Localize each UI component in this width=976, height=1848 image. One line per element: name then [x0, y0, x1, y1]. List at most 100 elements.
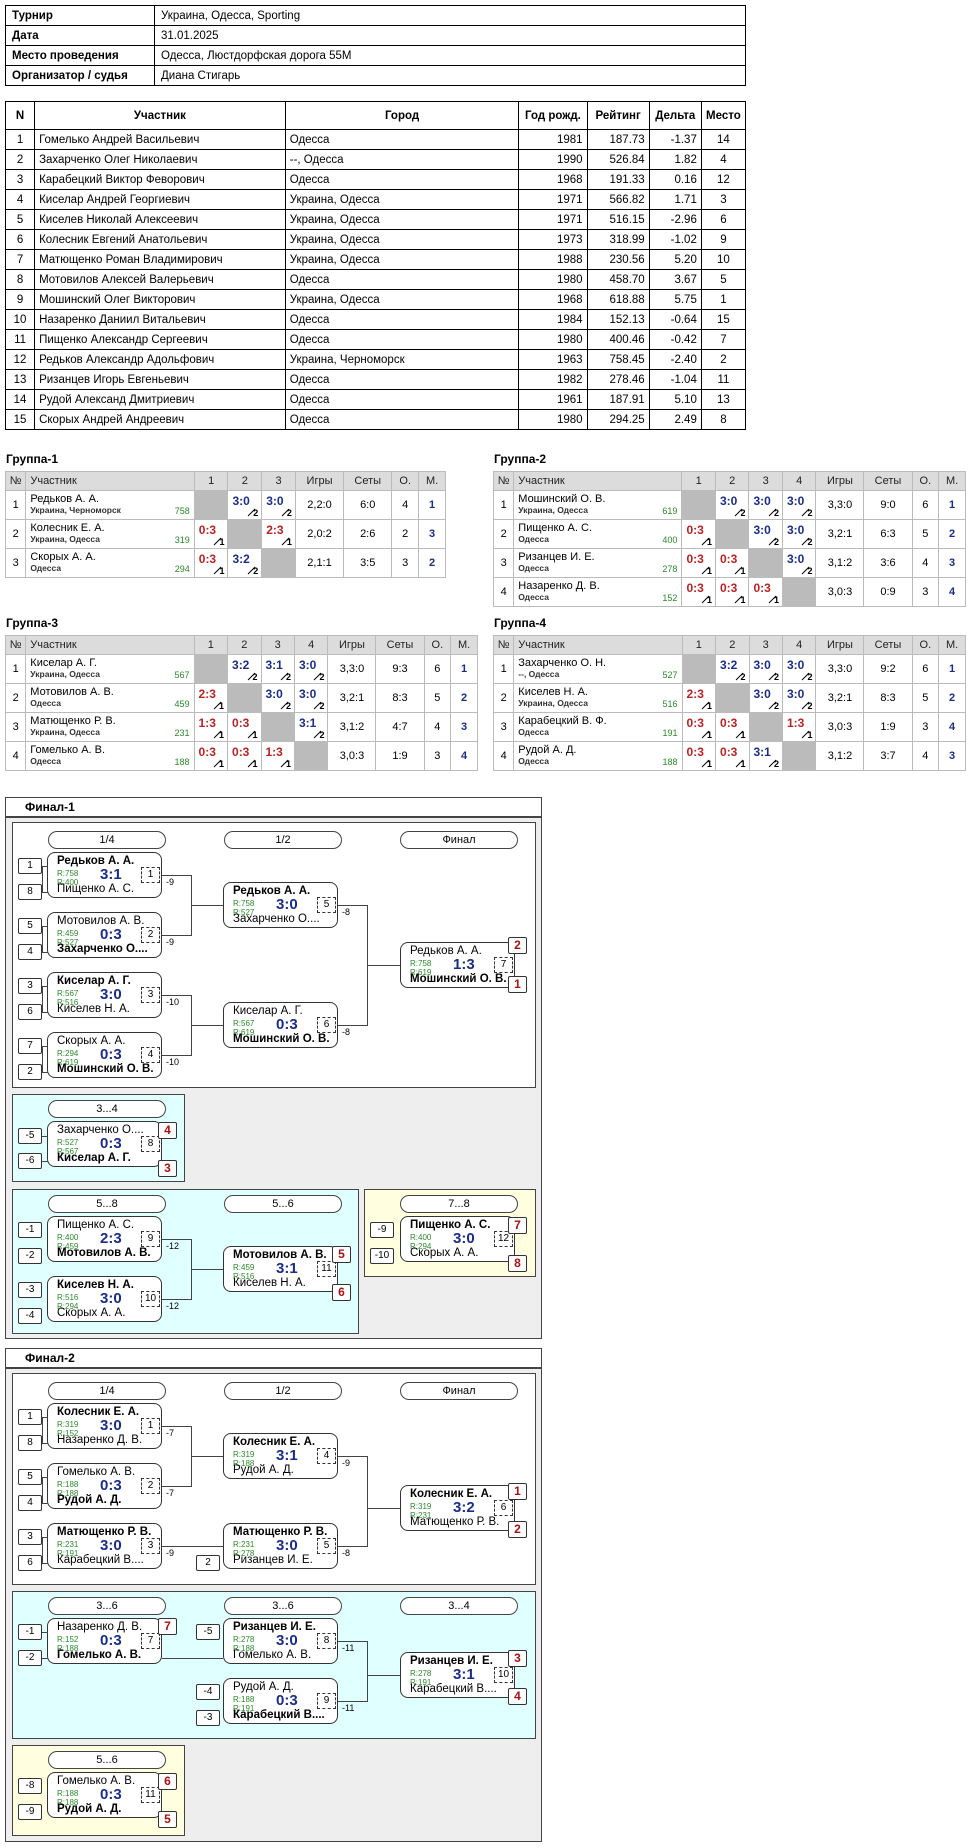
bracket-line [42, 1161, 48, 1162]
match-score: 3:0 [100, 1290, 122, 1307]
bracket-seed: -3 [196, 1710, 220, 1726]
match-rating-a: R:400 [410, 1233, 432, 1242]
bracket-line [162, 1658, 223, 1659]
bracket-seed: 1 [18, 858, 42, 874]
match-score: 3:0 [100, 1417, 122, 1434]
match-number: 3 [141, 987, 160, 1003]
finals-brackets: Финал-1 1/4 1/2 Финал Редьков А. А. R:758 R:40… [0, 0, 976, 1848]
match-player-b: Карабецкий В.... [57, 1554, 144, 1566]
bracket-line [162, 1426, 192, 1427]
match-rating-a: R:278 [233, 1635, 255, 1644]
round-label: 5...6 [48, 1751, 166, 1769]
bracket-line [191, 905, 223, 906]
bracket-line [338, 905, 368, 906]
bracket-seed: -2 [18, 1248, 42, 1264]
final1-title: Финал-1 [25, 800, 75, 814]
loser-destination: -10 [166, 997, 180, 1007]
match-number: 2 [141, 1478, 160, 1494]
match-rating-a: R:294 [57, 1049, 79, 1058]
loser-destination: -7 [166, 1428, 175, 1438]
match-number: 11 [141, 1787, 160, 1803]
match-player-b: Скорых А. А. [410, 1247, 479, 1259]
bracket-line [42, 1537, 43, 1563]
final-place: 5 [332, 1246, 351, 1263]
match-score: 3:0 [100, 986, 122, 1003]
match-number: 1 [141, 867, 160, 883]
match-score: 3:1 [276, 1260, 298, 1277]
match-score: 3:2 [453, 1499, 475, 1516]
loser-destination: -12 [166, 1241, 180, 1251]
match-player-b: Назаренко Д. В. [57, 1434, 143, 1446]
match-rating-a: R:231 [57, 1540, 79, 1549]
final2-title: Финал-2 [25, 1351, 75, 1365]
match-player-b: Мошинский О. В. [410, 973, 506, 985]
final-place: 4 [508, 1688, 527, 1705]
final-place: 8 [508, 1255, 527, 1272]
loser-destination: -12 [166, 1301, 180, 1311]
match-score: 0:3 [100, 1786, 122, 1803]
match-rating-a: R:527 [57, 1138, 79, 1147]
match-rating-a: R:319 [57, 1420, 79, 1429]
final-place: 6 [158, 1773, 177, 1790]
match-number: 5 [317, 1538, 336, 1554]
bracket-line [367, 1456, 368, 1547]
bracket-line [162, 1299, 192, 1300]
bracket-line [367, 965, 400, 966]
match-number: 3 [141, 1538, 160, 1554]
bracket-line [367, 1508, 400, 1509]
match-score: 3:1 [276, 1447, 298, 1464]
match-player-b: Матющенко Р. В. [410, 1516, 500, 1528]
bracket-line [338, 1456, 368, 1457]
bracket-line [367, 1641, 368, 1702]
round-label: 1/2 [224, 831, 342, 849]
match-rating-a: R:516 [57, 1293, 79, 1302]
bracket-seed: -2 [18, 1650, 42, 1666]
match-score: 3:1 [453, 1666, 475, 1683]
final1-title-bar [5, 797, 542, 817]
match-number: 7 [141, 1633, 160, 1649]
match-number: 4 [141, 1047, 160, 1063]
match-number: 5 [317, 897, 336, 913]
bracket-seed: 6 [18, 1555, 42, 1571]
match-rating-a: R:188 [233, 1695, 255, 1704]
loser-destination: -8 [342, 1548, 351, 1558]
match-rating-a: R:758 [233, 899, 255, 908]
loser-destination: -8 [342, 1027, 351, 1037]
bracket-line [338, 1701, 368, 1702]
match-rating-a: R:567 [57, 989, 79, 998]
bracket-line [338, 1025, 368, 1026]
final-place: 3 [158, 1160, 177, 1177]
match-score: 3:0 [276, 896, 298, 913]
bracket-line [162, 1055, 192, 1056]
round-label: 3...4 [400, 1597, 518, 1615]
bracket-seed: 2 [196, 1555, 220, 1571]
bracket-line [42, 866, 43, 892]
bracket-seed: 2 [18, 1064, 42, 1080]
bracket-line [42, 1417, 43, 1443]
match-score: 0:3 [276, 1016, 298, 1033]
match-number: 8 [317, 1633, 336, 1649]
match-score: 0:3 [100, 1477, 122, 1494]
final-place: 2 [508, 1521, 527, 1538]
match-rating-a: R:400 [57, 1233, 79, 1242]
match-player-b: Карабецкий В.... [233, 1709, 325, 1721]
bracket-line [42, 1046, 43, 1072]
match-player-b: Мошинский О. В. [57, 1063, 153, 1075]
match-rating-a: R:319 [410, 1502, 432, 1511]
match-player-b: Ризанцев И. Е. [233, 1554, 313, 1566]
bracket-line [42, 926, 43, 952]
bracket-line [162, 1486, 192, 1487]
loser-destination: -10 [166, 1057, 180, 1067]
bracket-line [191, 1269, 223, 1270]
bracket-seed: -1 [18, 1624, 42, 1640]
bracket-line [42, 892, 48, 893]
bracket-seed: 4 [18, 944, 42, 960]
bracket-line [42, 986, 43, 1012]
bracket-line [162, 1239, 192, 1240]
bracket-seed: -5 [18, 1128, 42, 1144]
match-score: 1:3 [453, 956, 475, 973]
round-label: 3...6 [48, 1597, 166, 1615]
loser-destination: -9 [166, 1548, 175, 1558]
bracket-seed: 4 [18, 1495, 42, 1511]
match-score: 3:0 [100, 1537, 122, 1554]
